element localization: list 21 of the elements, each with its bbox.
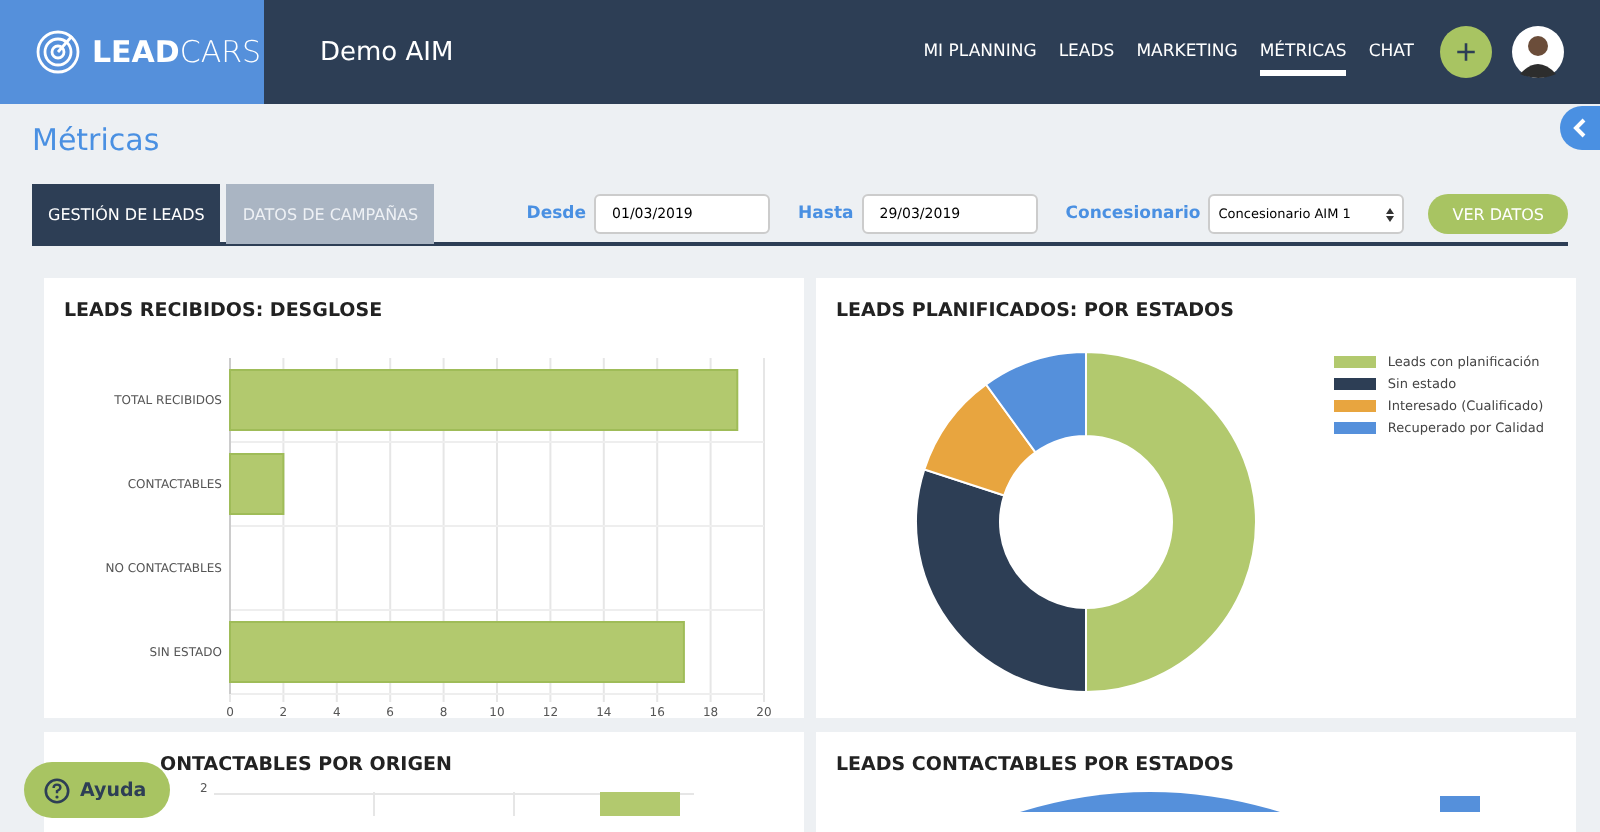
chevron-left-icon: [1572, 118, 1588, 138]
field-label: Hasta: [798, 204, 854, 224]
add-button[interactable]: +: [1440, 26, 1492, 78]
nav-link[interactable]: LEADS: [1058, 34, 1115, 76]
nav-link[interactable]: CHAT: [1368, 34, 1414, 76]
avatar[interactable]: [1512, 26, 1564, 78]
tab[interactable]: GESTIÓN DE LEADS: [32, 184, 221, 244]
account-name: Demo AIM: [320, 37, 456, 67]
field-label: Concesionario: [1065, 204, 1201, 224]
target-icon: [36, 30, 80, 74]
card-title: LEADS PLANIFICADOS: POR ESTADOS: [836, 300, 1236, 322]
help-icon: [44, 777, 70, 803]
card-title: LEADS RECIBIDOS: DESGLOSE: [64, 300, 385, 322]
nav-link[interactable]: MÉTRICAS: [1259, 34, 1347, 76]
legend-swatch: [1440, 796, 1480, 812]
card-title: LEADS CONTACTABLES POR ESTADOS: [836, 754, 1236, 776]
nav-link[interactable]: MARKETING: [1136, 34, 1238, 76]
nav-link[interactable]: MI PLANNING: [923, 34, 1037, 76]
field-label: Desde: [526, 204, 587, 224]
caret-icon: [1386, 207, 1395, 221]
page-title: Métricas: [32, 120, 162, 162]
